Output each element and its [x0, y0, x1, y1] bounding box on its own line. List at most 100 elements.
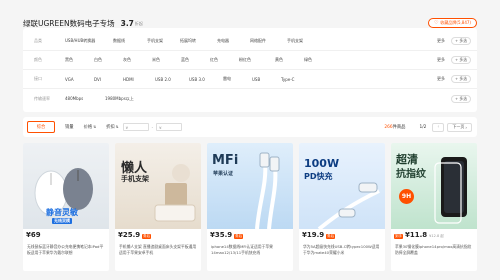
phone-stand-illustration — [154, 164, 196, 222]
filter-row-color: 颜色 黑色 白色 灰色 米色 蓝色 红色 粉红色 黄色 绿色 更多 + 多选 — [23, 51, 477, 70]
filter-option[interactable]: 1980Mbps以上 — [105, 96, 155, 102]
filter-more-button[interactable]: 更多 — [437, 38, 445, 44]
filter-more-button[interactable]: 更多 — [437, 57, 445, 63]
filter-multi-select-button[interactable]: + 多选 — [451, 37, 471, 45]
filter-option[interactable]: HDMI — [123, 77, 155, 82]
store-discount-label: 折起 — [134, 21, 143, 26]
product-image-mfi-cable[interactable]: MFi 苹果认证 — [207, 143, 293, 229]
page-indicator: 1/2 — [419, 124, 427, 130]
price-value: ¥35.9 — [210, 231, 233, 239]
product-image-mouse[interactable]: 静音灵敏 无线双模 — [23, 143, 109, 229]
sort-tab-sales[interactable]: 销量 — [65, 121, 74, 133]
next-page-label: 下一页 — [452, 124, 465, 129]
filter-row-interface: 接口 VGA DVI HDMI USB 2.0 USB 3.0 雷电 USB T… — [23, 70, 477, 89]
filter-option[interactable]: USB/HUB转换器 — [65, 38, 113, 44]
product-card[interactable]: 超清 抗指纹 9H 到手 ¥11.8 ¥12.8 起 苹果30钢化膜iphone… — [391, 143, 477, 271]
product-image-phone-stand[interactable]: 懒人 手机支架 — [115, 143, 201, 229]
product-price: 到手 ¥11.8 ¥12.8 起 — [394, 231, 444, 239]
product-grid: 静音灵敏 无线双模 ¥69 无线鼠标蓝牙静音办公充电便携笔记本iPad平板适用于… — [23, 143, 477, 271]
filter-label: 颜色 — [34, 57, 42, 62]
follow-brand-button[interactable]: ♡ 收藏品牌(5,847) — [427, 18, 477, 28]
product-title[interactable]: 华为5A超级快充线USB-C转typec100W适用于华为mate40荣耀小米 — [303, 244, 382, 255]
sort-tab-default[interactable]: 综合 — [27, 121, 55, 133]
filter-option[interactable]: 网络配件 — [250, 38, 287, 44]
product-title[interactable]: 苹果30钢化膜iphone14pro/max高清抗指纹防摔全屏覆盖 — [395, 244, 474, 255]
product-card[interactable]: 静音灵敏 无线双模 ¥69 无线鼠标蓝牙静音办公充电便携笔记本iPad平板适用于… — [23, 143, 109, 271]
image-headline: 100W — [304, 157, 340, 170]
filter-label: 传输速率 — [34, 95, 50, 101]
image-subline: PD快充 — [304, 172, 333, 181]
filter-option[interactable]: 蓝色 — [181, 57, 210, 63]
filter-option[interactable]: VGA — [65, 77, 94, 82]
store-name: 绿联UGREEN数码电子专场 — [23, 18, 115, 28]
price-min-input[interactable]: ¥ — [122, 123, 149, 131]
product-card[interactable]: 懒人 手机支架 ¥25.9 券后 手机懒人支架 直播追剧桌面床头支架平板通用适用… — [115, 143, 201, 271]
sort-tab-price-label: 价格 — [83, 125, 93, 130]
price-original: ¥12.8 起 — [429, 234, 444, 238]
coupon-tag: 券后 — [326, 234, 336, 239]
sort-tab-discount[interactable]: 折扣 ⇅ — [106, 121, 119, 133]
coupon-tag: 到手 — [394, 234, 403, 239]
product-title[interactable]: iphone14数据线MFi认证适用于苹果14max12/13/11手机快充线 — [211, 244, 290, 255]
product-price: ¥35.9 券后 — [210, 231, 244, 239]
price-value: ¥69 — [26, 231, 41, 239]
filter-multi-select-button[interactable]: + 多选 — [451, 56, 471, 64]
coupon-tag: 券后 — [234, 234, 244, 239]
filter-panel: 品类 USB/HUB转换器 数据线 手机支架 拓展坞转 充电器 网络配件 手机支… — [23, 28, 477, 112]
filter-option[interactable]: 粉红色 — [239, 57, 275, 63]
filter-option[interactable]: 手机支架 — [147, 38, 180, 44]
cable-illustration — [317, 182, 380, 229]
filter-option[interactable]: 红色 — [210, 57, 239, 63]
price-value: ¥25.9 — [118, 231, 141, 239]
product-image-screen-protector[interactable]: 超清 抗指纹 9H — [391, 143, 477, 229]
filter-option[interactable]: 拓展坞转 — [180, 38, 217, 44]
filter-option[interactable]: USB 3.0 — [189, 77, 223, 82]
sort-tab-price[interactable]: 价格 ⇅ — [84, 121, 97, 133]
filter-option[interactable]: USB — [252, 77, 281, 82]
previous-page-button[interactable]: ‹ — [432, 122, 445, 132]
product-price: ¥19.9 券后 — [302, 231, 336, 239]
filter-more-button[interactable]: 更多 — [437, 76, 445, 82]
sort-bar: 综合 销量 价格 ⇅ 折扣 ⇅ ¥ - ¥ 266件商品 1/2 ‹ 下一页 › — [23, 117, 477, 137]
filter-option[interactable]: 白色 — [94, 57, 123, 63]
price-range-dash: - — [151, 124, 154, 130]
sort-tab-discount-label: 折扣 — [106, 125, 115, 130]
filter-option[interactable]: Type-C — [281, 77, 310, 82]
filter-multi-select-button[interactable]: + 多选 — [451, 94, 471, 103]
filter-option[interactable]: 手机支架 — [287, 38, 323, 44]
filter-option[interactable]: 绿色 — [304, 57, 333, 63]
filter-option[interactable]: 灰色 — [123, 57, 152, 63]
sort-arrow-icon: ⇅ — [93, 125, 97, 129]
heart-icon: ♡ — [433, 19, 439, 26]
filter-option[interactable]: 480Mbps — [65, 96, 105, 101]
filter-option[interactable]: 米色 — [152, 57, 181, 63]
filter-option[interactable]: 充电器 — [217, 38, 250, 44]
filter-option[interactable]: 数据线 — [113, 38, 147, 44]
filter-label: 接口 — [34, 76, 42, 81]
filter-option[interactable]: 黄色 — [275, 57, 304, 63]
product-card[interactable]: MFi 苹果认证 ¥35.9 券后 iphone14数据线MFi认证适用于苹果1… — [207, 143, 293, 271]
price-value: ¥11.8 — [405, 231, 428, 239]
image-subline: 无线双模 — [52, 218, 72, 224]
image-headline: MFi — [212, 153, 239, 168]
filter-row-transfer-rate: 传输速率 480Mbps 1980Mbps以上 + 多选 — [23, 89, 477, 108]
result-count-suffix: 件商品 — [392, 125, 406, 130]
result-count: 266件商品 — [384, 124, 405, 130]
filter-option[interactable]: DVI — [94, 77, 123, 82]
image-subline: 手机支架 — [121, 175, 149, 183]
filter-multi-select-button[interactable]: + 多选 — [451, 75, 471, 83]
filter-option[interactable]: 黑色 — [65, 57, 94, 63]
image-headline: 静音灵敏 — [46, 208, 78, 217]
filter-option[interactable]: 雷电 — [223, 76, 252, 82]
product-image-pd-cable[interactable]: 100W PD快充 — [299, 143, 385, 229]
product-card[interactable]: 100W PD快充 ¥19.9 券后 华为5A超级快充线USB-C转typec1… — [299, 143, 385, 271]
product-title[interactable]: 手机懒人支架 直播追剧桌面床头支架平板通用适用于苹果安卓手机 — [119, 244, 198, 255]
next-page-button[interactable]: 下一页 › — [447, 122, 472, 132]
filter-option[interactable]: USB 2.0 — [155, 77, 189, 82]
image-subline: 抗指纹 — [396, 169, 426, 180]
follow-brand-label: 收藏品牌(5,847) — [440, 20, 471, 25]
sort-arrow-icon: ⇅ — [115, 125, 119, 129]
filter-label: 品类 — [34, 38, 42, 43]
price-max-input[interactable]: ¥ — [156, 123, 183, 131]
product-title[interactable]: 无线鼠标蓝牙静音办公充电便携笔记本iPad平板适用于苹果华为戴尔联想 — [27, 244, 106, 255]
